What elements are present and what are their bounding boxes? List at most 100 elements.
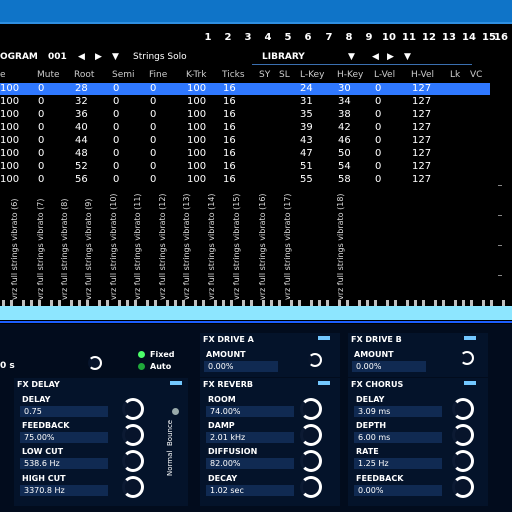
cell-ktrk[interactable]: 100 — [187, 161, 206, 172]
fx-drive-b-led-icon[interactable] — [464, 336, 476, 340]
cell-lvel[interactable]: 0 — [375, 135, 381, 146]
sample-name[interactable]: vrz full strings vibrato (16) — [258, 193, 270, 300]
sample-name[interactable]: vrz full strings vibrato (18) — [336, 193, 348, 300]
library-prev-arrow-icon[interactable]: ◀ — [372, 52, 379, 62]
cell-hvel[interactable]: 127 — [412, 161, 431, 172]
sample-name[interactable]: vrz full strings vibrato (10) — [109, 193, 121, 300]
fx-reverb-led-icon[interactable] — [318, 381, 330, 385]
cell-semi[interactable]: 0 — [113, 83, 119, 94]
cell-lvel[interactable]: 0 — [375, 161, 381, 172]
fx-drive-b-amount-value[interactable]: 0.00% — [352, 361, 426, 372]
tab-part-5[interactable]: 5 — [279, 32, 297, 43]
fx-reverb-diffusion-knob[interactable] — [300, 450, 322, 472]
sample-name[interactable]: vrz full strings vibrato (6) — [10, 199, 22, 300]
cell-lvel[interactable]: 0 — [375, 96, 381, 107]
fx-drive-b-amount-knob[interactable] — [460, 351, 474, 365]
tab-part-4[interactable]: 4 — [259, 32, 277, 43]
cell-root[interactable]: 36 — [75, 109, 88, 120]
cell-mute[interactable]: 0 — [38, 109, 44, 120]
tab-part-8[interactable]: 8 — [340, 32, 358, 43]
cell-fine[interactable]: 0 — [150, 96, 156, 107]
sample-name[interactable]: vrz full strings vibrato (15) — [232, 193, 244, 300]
cell-semi[interactable]: 0 — [113, 109, 119, 120]
fx-reverb-room-value[interactable]: 74.00% — [206, 406, 294, 417]
keyboard-white-keys[interactable] — [0, 306, 512, 320]
cell-mute[interactable]: 0 — [38, 148, 44, 159]
cell-hkey[interactable]: 58 — [338, 174, 351, 185]
cell-semi[interactable]: 0 — [113, 161, 119, 172]
library-dropdown-icon[interactable]: ▼ — [348, 52, 355, 62]
cell-semi[interactable]: 0 — [113, 96, 119, 107]
cell-lkey[interactable]: 24 — [300, 83, 313, 94]
cell-mute[interactable]: 0 — [38, 174, 44, 185]
table-row[interactable]: 100 0 36 0 0 100 16 35 38 0 127 — [0, 109, 490, 121]
cell-semi[interactable]: 0 — [113, 122, 119, 133]
cell-ticks[interactable]: 16 — [223, 148, 236, 159]
cell-ktrk[interactable]: 100 — [187, 109, 206, 120]
fx-chorus-rate-knob[interactable] — [452, 450, 474, 472]
fx-drive-a-amount-value[interactable]: 0.00% — [204, 361, 278, 372]
cell-lvel[interactable]: 0 — [375, 109, 381, 120]
cell-ktrk[interactable]: 100 — [187, 174, 206, 185]
next-program-arrow-icon[interactable]: ▶ — [95, 52, 102, 62]
library-menu-icon[interactable]: ▼ — [404, 52, 411, 62]
fx-reverb-decay-knob[interactable] — [300, 476, 322, 498]
fx-drive-a-amount-knob[interactable] — [308, 353, 322, 367]
cell-hkey[interactable]: 30 — [338, 83, 351, 94]
cell-volume[interactable]: 100 — [0, 148, 19, 159]
cell-mute[interactable]: 0 — [38, 83, 44, 94]
cell-fine[interactable]: 0 — [150, 174, 156, 185]
sample-name[interactable]: vrz full strings vibrato (14) — [207, 193, 219, 300]
cell-hvel[interactable]: 127 — [412, 83, 431, 94]
cell-hkey[interactable]: 38 — [338, 109, 351, 120]
cell-volume[interactable]: 100 — [0, 122, 19, 133]
fx-chorus-delay-value[interactable]: 3.09 ms — [354, 406, 442, 417]
fx-reverb-room-knob[interactable] — [300, 398, 322, 420]
tab-part-11[interactable]: 11 — [400, 32, 418, 43]
fx-chorus-feedback-value[interactable]: 0.00% — [354, 485, 442, 496]
fx-delay-delay-value[interactable]: 0.75 — [20, 406, 108, 417]
cell-ticks[interactable]: 16 — [223, 96, 236, 107]
table-row[interactable]: 100 0 52 0 0 100 16 51 54 0 127 — [0, 161, 490, 173]
cell-root[interactable]: 32 — [75, 96, 88, 107]
program-dropdown-icon[interactable]: ▼ — [112, 52, 119, 62]
cell-semi[interactable]: 0 — [113, 174, 119, 185]
cell-fine[interactable]: 0 — [150, 83, 156, 94]
cell-mute[interactable]: 0 — [38, 96, 44, 107]
cell-hvel[interactable]: 127 — [412, 122, 431, 133]
table-row[interactable]: 100 0 44 0 0 100 16 43 46 0 127 — [0, 135, 490, 147]
fx-chorus-depth-knob[interactable] — [452, 424, 474, 446]
fx-delay-lowcut-knob[interactable] — [122, 450, 144, 472]
fx-delay-highcut-value[interactable]: 3370.8 Hz — [20, 485, 108, 496]
cell-mute[interactable]: 0 — [38, 122, 44, 133]
cell-lkey[interactable]: 47 — [300, 148, 313, 159]
cell-ticks[interactable]: 16 — [223, 161, 236, 172]
cell-ticks[interactable]: 16 — [223, 174, 236, 185]
cell-ktrk[interactable]: 100 — [187, 83, 206, 94]
sample-name[interactable]: vrz full strings vibrato (8) — [60, 199, 72, 300]
delay-mode-switch-icon[interactable] — [172, 408, 179, 415]
fx-reverb-damp-knob[interactable] — [300, 424, 322, 446]
cell-semi[interactable]: 0 — [113, 148, 119, 159]
tab-part-10[interactable]: 10 — [380, 32, 398, 43]
cell-fine[interactable]: 0 — [150, 135, 156, 146]
tab-part-6[interactable]: 6 — [299, 32, 317, 43]
fx-chorus-delay-knob[interactable] — [452, 398, 474, 420]
fx-delay-highcut-knob[interactable] — [122, 476, 144, 498]
table-row[interactable]: 100 0 28 0 0 100 16 24 30 0 127 — [0, 83, 490, 95]
cell-fine[interactable]: 0 — [150, 161, 156, 172]
cell-ktrk[interactable]: 100 — [187, 135, 206, 146]
cell-hvel[interactable]: 127 — [412, 148, 431, 159]
fx-reverb-diffusion-value[interactable]: 82.00% — [206, 458, 294, 469]
cell-lkey[interactable]: 43 — [300, 135, 313, 146]
tab-part-3[interactable]: 3 — [239, 32, 257, 43]
cell-root[interactable]: 40 — [75, 122, 88, 133]
table-row[interactable]: 100 0 56 0 0 100 16 55 58 0 127 — [0, 174, 490, 186]
fx-chorus-depth-value[interactable]: 6.00 ms — [354, 432, 442, 443]
fx-chorus-feedback-knob[interactable] — [452, 476, 474, 498]
fx-reverb-decay-value[interactable]: 1.02 sec — [206, 485, 294, 496]
cell-lvel[interactable]: 0 — [375, 122, 381, 133]
cell-volume[interactable]: 100 — [0, 174, 19, 185]
cell-ticks[interactable]: 16 — [223, 83, 236, 94]
cell-lkey[interactable]: 39 — [300, 122, 313, 133]
